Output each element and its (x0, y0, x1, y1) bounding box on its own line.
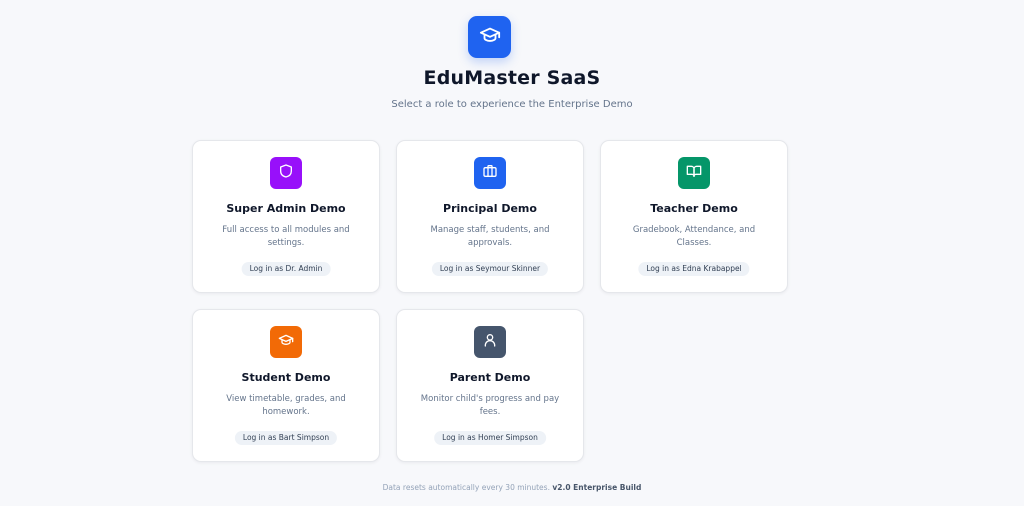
footer: Data resets automatically every 30 minut… (0, 483, 1024, 492)
role-card-parent[interactable]: Parent Demo Monitor child's progress and… (396, 309, 584, 462)
role-description: Monitor child's progress and pay fees. (420, 394, 560, 417)
login-as-button[interactable]: Log in as Dr. Admin (241, 262, 331, 276)
role-title: Super Admin Demo (226, 202, 346, 215)
role-description: Full access to all modules and settings. (222, 225, 350, 248)
role-icon-badge (270, 157, 302, 189)
graduation-cap-icon (479, 24, 501, 50)
role-icon-badge (474, 326, 506, 358)
shield-icon (278, 163, 294, 183)
user-icon (482, 332, 498, 352)
app-logo (468, 16, 511, 58)
role-description: Gradebook, Attendance, and Classes. (632, 225, 756, 248)
role-icon-badge (270, 326, 302, 358)
graduation-cap-icon (278, 332, 294, 352)
footer-note: Data resets automatically every 30 minut… (382, 483, 550, 492)
role-icon-badge (678, 157, 710, 189)
login-as-button[interactable]: Log in as Edna Krabappel (638, 262, 750, 276)
role-card-student[interactable]: Student Demo View timetable, grades, and… (192, 309, 380, 462)
role-title: Teacher Demo (650, 202, 738, 215)
login-as-button[interactable]: Log in as Homer Simpson (434, 431, 546, 445)
role-description: Manage staff, students, and approvals. (430, 225, 550, 248)
book-open-icon (686, 163, 702, 183)
role-card-principal[interactable]: Principal Demo Manage staff, students, a… (396, 140, 584, 293)
login-as-button[interactable]: Log in as Bart Simpson (234, 431, 338, 445)
role-card-super-admin[interactable]: Super Admin Demo Full access to all modu… (192, 140, 380, 293)
role-icon-badge (474, 157, 506, 189)
version-label: v2.0 Enterprise Build (552, 483, 642, 492)
role-description: View timetable, grades, and homework. (226, 394, 346, 417)
role-title: Student Demo (241, 371, 331, 384)
briefcase-icon (482, 163, 498, 183)
role-card-teacher[interactable]: Teacher Demo Gradebook, Attendance, and … (600, 140, 788, 293)
page-title: EduMaster SaaS (423, 67, 601, 89)
role-title: Principal Demo (443, 202, 537, 215)
role-select-page: EduMaster SaaS Select a role to experien… (0, 0, 1024, 506)
login-as-button[interactable]: Log in as Seymour Skinner (431, 262, 549, 276)
role-title: Parent Demo (449, 371, 531, 384)
page-subtitle: Select a role to experience the Enterpri… (391, 99, 633, 110)
